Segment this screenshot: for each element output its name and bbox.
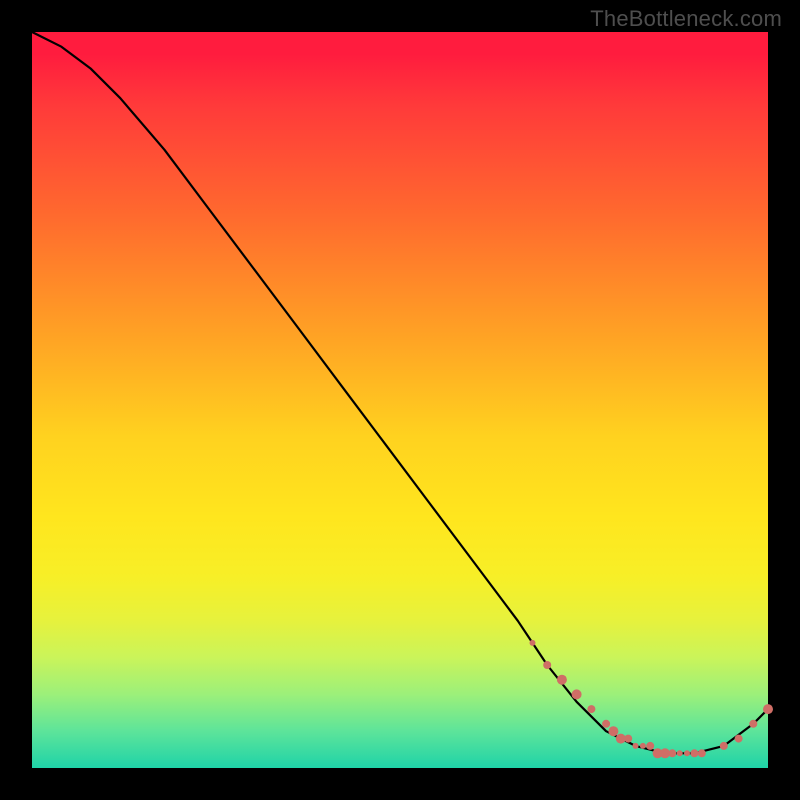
- highlight-point: [698, 749, 706, 757]
- highlight-point: [763, 704, 773, 714]
- highlight-point: [557, 675, 567, 685]
- highlight-point: [543, 661, 551, 669]
- highlight-point: [677, 750, 683, 756]
- highlight-point: [624, 735, 632, 743]
- highlight-point: [608, 726, 618, 736]
- highlight-point: [690, 749, 698, 757]
- highlight-point: [530, 640, 536, 646]
- highlighted-points-group: [530, 640, 774, 758]
- chart-plot-area: [32, 32, 768, 768]
- highlight-point: [572, 689, 582, 699]
- highlight-point: [633, 743, 639, 749]
- highlight-point: [684, 750, 690, 756]
- bottleneck-curve-line: [32, 32, 768, 753]
- highlight-point: [587, 705, 595, 713]
- watermark-text: TheBottleneck.com: [590, 6, 782, 32]
- highlight-point: [735, 735, 743, 743]
- highlight-point: [646, 742, 654, 750]
- chart-svg: [32, 32, 768, 768]
- highlight-point: [602, 720, 610, 728]
- highlight-point: [749, 720, 757, 728]
- highlight-point: [668, 749, 676, 757]
- highlight-point: [640, 743, 646, 749]
- highlight-point: [720, 742, 728, 750]
